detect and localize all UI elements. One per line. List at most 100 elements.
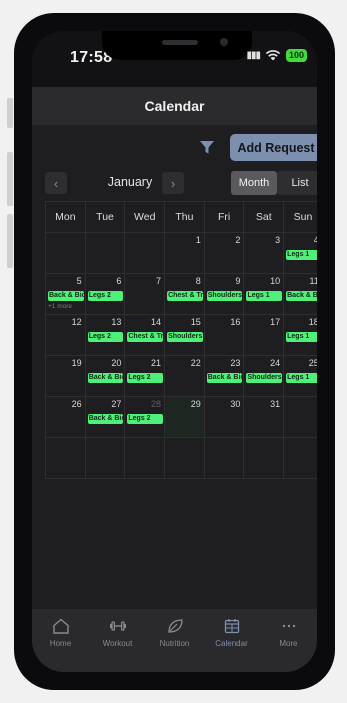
- calendar-day-cell[interactable]: 31: [243, 397, 283, 437]
- calendar-day-cell[interactable]: 12: [45, 315, 85, 355]
- calendar-day-cell[interactable]: [243, 438, 283, 478]
- calendar-day-cell[interactable]: [283, 397, 317, 437]
- calendar-event[interactable]: Legs 2: [87, 332, 124, 342]
- calendar-day-cell[interactable]: [203, 438, 244, 478]
- calendar-day-cell[interactable]: 18 Legs 1: [283, 315, 317, 355]
- camera-icon: [220, 38, 228, 46]
- calendar-event[interactable]: Back & Biceps: [87, 414, 124, 424]
- calendar-event[interactable]: Chest & Triceps: [167, 291, 203, 301]
- calendar-event[interactable]: Back & Biceps: [87, 373, 124, 383]
- calendar-day-cell[interactable]: 28 Legs 2: [124, 397, 164, 437]
- calendar-icon: [224, 619, 239, 634]
- calendar-day-cell[interactable]: [124, 438, 164, 478]
- calendar-day-cell[interactable]: 30: [203, 397, 244, 437]
- calendar-event[interactable]: Legs 1: [286, 250, 317, 260]
- day-number: 4: [313, 235, 317, 245]
- tab-label: Calendar: [215, 639, 248, 648]
- list-view-button[interactable]: List: [277, 171, 317, 195]
- calendar-day-cell[interactable]: [164, 438, 204, 478]
- more-events-link[interactable]: +1 more: [48, 303, 72, 310]
- calendar-event[interactable]: Back & Biceps: [206, 373, 243, 383]
- calendar-day-cell[interactable]: 3: [243, 233, 283, 273]
- calendar-day-cell[interactable]: 24 Shoulders: [243, 356, 283, 396]
- tab-workout[interactable]: Workout: [91, 617, 145, 672]
- bottom-tab-bar: Home Workout Nutrition Calendar More: [32, 609, 317, 672]
- calendar-event[interactable]: Shoulders: [167, 332, 203, 342]
- add-request-button[interactable]: Add Request: [230, 134, 317, 161]
- tab-more[interactable]: More: [262, 617, 316, 672]
- calendar-day-cell[interactable]: 11 Back & Biceps: [283, 274, 317, 314]
- calendar-day-cell[interactable]: 9 Shoulders: [203, 274, 244, 314]
- calendar-day-cell[interactable]: 1: [164, 233, 204, 273]
- calendar-day-cell[interactable]: [84, 438, 125, 478]
- calendar-body: 1234Legs 15Back & Biceps+1 more6Legs 278…: [45, 233, 317, 479]
- day-number: 17: [270, 317, 281, 327]
- day-number: 10: [270, 276, 281, 286]
- calendar-event[interactable]: Legs 1: [286, 332, 317, 342]
- status-indicators: ▮▮▮ 100: [246, 48, 307, 62]
- day-number: 26: [71, 399, 82, 409]
- day-number: 21: [151, 358, 162, 368]
- calendar-day-cell[interactable]: 7: [124, 274, 164, 314]
- calendar-week-row: 26 27 Back & Biceps 28 Legs 2 29 30 31: [45, 397, 317, 438]
- calendar-day-cell[interactable]: [283, 438, 317, 478]
- calendar-day-cell[interactable]: 8 Chest & Triceps: [164, 274, 204, 314]
- month-view-button[interactable]: Month: [231, 171, 277, 195]
- day-number: 22: [190, 358, 201, 368]
- tab-label: Nutrition: [159, 639, 190, 648]
- calendar-day-cell[interactable]: 13 Legs 2: [84, 315, 125, 355]
- calendar-day-cell[interactable]: 4 Legs 1: [283, 233, 317, 273]
- calendar-day-cell[interactable]: 26: [45, 397, 85, 437]
- calendar-event[interactable]: Shoulders: [206, 291, 243, 301]
- prev-month-button[interactable]: ‹: [45, 172, 67, 194]
- calendar-day-cell[interactable]: 27 Back & Biceps: [84, 397, 125, 437]
- calendar-day-cell[interactable]: 20 Back & Biceps: [84, 356, 125, 396]
- day-number: 2: [235, 235, 241, 245]
- calendar-event[interactable]: Legs 2: [127, 373, 164, 383]
- calendar-day-cell[interactable]: 17: [243, 315, 283, 355]
- filter-icon[interactable]: [199, 140, 215, 155]
- calendar-day-cell[interactable]: 22: [164, 356, 204, 396]
- calendar-event[interactable]: Legs 2: [127, 414, 164, 424]
- calendar-week-row: 12 13 Legs 2 14 Chest & Triceps 15 Shoulders 16…: [45, 315, 317, 356]
- calendar-day-cell[interactable]: [45, 438, 85, 478]
- day-number: 30: [230, 399, 241, 409]
- calendar-day-cell[interactable]: 25 Legs 1: [283, 356, 317, 396]
- tab-nutrition[interactable]: Nutrition: [148, 617, 202, 672]
- weekday-label: Sat: [243, 202, 283, 232]
- day-number: 24: [270, 358, 281, 368]
- calendar-event[interactable]: Back & Biceps: [48, 291, 84, 301]
- calendar-day-cell[interactable]: [45, 233, 85, 273]
- calendar-day-cell[interactable]: 2: [203, 233, 244, 273]
- device-notch: [102, 31, 252, 60]
- calendar-event[interactable]: Legs 1: [246, 291, 283, 301]
- calendar-day-cell[interactable]: [84, 233, 125, 273]
- calendar-day-cell[interactable]: 5 Back & Biceps +1 more: [45, 274, 85, 314]
- calendar-event[interactable]: Shoulders: [246, 373, 283, 383]
- calendar-event[interactable]: Chest & Triceps: [127, 332, 164, 342]
- next-month-button[interactable]: ›: [162, 172, 184, 194]
- calendar-event[interactable]: Back & Biceps: [286, 291, 317, 301]
- month-label: January: [107, 175, 153, 189]
- calendar-day-cell[interactable]: 19: [45, 356, 85, 396]
- calendar-day-cell[interactable]: 10 Legs 1: [243, 274, 283, 314]
- calendar-day-cell[interactable]: 14 Chest & Triceps: [124, 315, 164, 355]
- day-number: 11: [309, 276, 317, 286]
- tab-home[interactable]: Home: [34, 617, 88, 672]
- calendar-event[interactable]: Legs 1: [286, 373, 317, 383]
- weekday-label: Tue: [84, 202, 125, 232]
- calendar-grid: Mon Tue Wed Thu Fri Sat Sun 1 2 3 4 Legs 15B…: [45, 201, 317, 479]
- calendar-day-cell[interactable]: 15 Shoulders: [164, 315, 204, 355]
- calendar-day-cell[interactable]: [124, 233, 164, 273]
- tab-calendar[interactable]: Calendar: [205, 617, 259, 672]
- calendar-day-cell[interactable]: 6 Legs 2: [84, 274, 125, 314]
- day-number: 27: [111, 399, 122, 409]
- calendar-event[interactable]: Legs 2: [87, 291, 124, 301]
- calendar-day-cell[interactable]: 21 Legs 2: [124, 356, 164, 396]
- day-number: 13: [111, 317, 122, 327]
- calendar-day-cell[interactable]: 16: [203, 315, 244, 355]
- weekday-label: Thu: [164, 202, 204, 232]
- battery-indicator: 100: [285, 48, 307, 62]
- calendar-day-today[interactable]: 29: [164, 397, 204, 437]
- calendar-day-cell[interactable]: 23 Back & Biceps: [203, 356, 244, 396]
